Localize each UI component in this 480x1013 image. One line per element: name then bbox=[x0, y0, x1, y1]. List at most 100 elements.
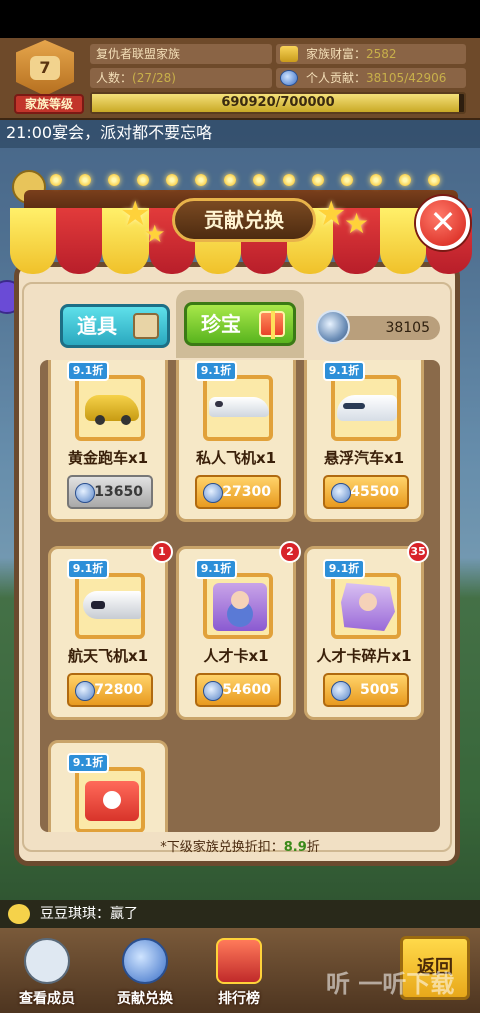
family-name: 复仇者联盟家族 bbox=[90, 44, 272, 64]
tab-treasure[interactable]: 珍宝 bbox=[184, 302, 296, 346]
item-icon-frame bbox=[75, 767, 145, 832]
members-icon bbox=[24, 938, 70, 984]
contribution-gem-icon bbox=[316, 310, 350, 344]
item-card[interactable]: 9.1折人才卡x1 54600 2 bbox=[176, 541, 301, 720]
footnote-value: 8.9 bbox=[283, 840, 307, 855]
item-price: 13650 bbox=[94, 484, 143, 500]
discount-tag: 9.1折 bbox=[323, 361, 365, 381]
price-gem-icon bbox=[75, 483, 95, 503]
leaderboard-label: 排行榜 bbox=[218, 991, 260, 1007]
item-price: 72800 bbox=[94, 682, 143, 698]
buy-button[interactable]: 27300 bbox=[195, 475, 281, 509]
personal-contribution: 个人贡献：38105/42906 bbox=[276, 68, 466, 88]
item-icon-frame bbox=[203, 375, 273, 441]
item-price: 5005 bbox=[360, 682, 399, 698]
item-card[interactable]: 9.1折悬浮汽车x1 45500 bbox=[304, 360, 424, 522]
item-card[interactable]: 9.1折黄金跑车x1 13650 bbox=[48, 360, 168, 522]
members-value: (27/28) bbox=[132, 71, 176, 85]
item-grid: 9.1折 黄金跑车x1 13650 9.1折 私人飞机x1 27300 9.1折 悬浮汽车x1… bbox=[40, 360, 440, 832]
contrib-label: 个人贡献： bbox=[306, 71, 367, 85]
discount-tag: 9.1折 bbox=[67, 753, 109, 773]
price-gem-icon bbox=[203, 483, 223, 503]
view-members-button[interactable]: 查看成员 bbox=[4, 936, 90, 1010]
close-icon: ✕ bbox=[429, 203, 457, 241]
item-icon-frame bbox=[75, 573, 145, 639]
price-gem-icon bbox=[331, 483, 351, 503]
star-decoration-icon: ★ bbox=[344, 207, 370, 240]
talent-card-icon bbox=[213, 583, 267, 631]
item-name: 航天飞机x1 bbox=[67, 647, 149, 665]
chat-bar[interactable]: 豆豆琪琪：赢了 bbox=[0, 900, 480, 928]
chat-bubble-icon bbox=[8, 904, 30, 924]
coin-stack-icon bbox=[280, 46, 298, 62]
leaderboard-icon bbox=[216, 938, 262, 984]
members-label: 人数： bbox=[96, 71, 133, 85]
item-card[interactable]: 9.1折航天飞机x1 72800 1 bbox=[48, 541, 173, 720]
buy-button[interactable]: 13650 bbox=[67, 475, 153, 509]
contribution-exchange-button[interactable]: 贡献兑换 bbox=[102, 936, 188, 1010]
item-price: 45500 bbox=[350, 484, 399, 500]
item-price: 27300 bbox=[222, 484, 271, 500]
item-icon-frame bbox=[75, 375, 145, 441]
wealth-value: 2582 bbox=[366, 47, 397, 61]
price-gem-icon bbox=[331, 681, 351, 701]
footnote-suffix: 折 bbox=[306, 840, 320, 855]
item-card[interactable]: 9.1折私人飞机x1 27300 bbox=[176, 360, 296, 522]
private-jet-icon bbox=[209, 397, 269, 417]
exchange-gem-icon bbox=[122, 938, 168, 984]
item-card[interactable]: 9.1折 bbox=[48, 740, 168, 832]
family-level-label[interactable]: 家族等级 bbox=[14, 94, 84, 114]
item-name: 私人飞机x1 bbox=[195, 449, 277, 467]
family-progress-bar: 690920/700000 bbox=[90, 92, 466, 114]
discount-tag: 9.1折 bbox=[195, 361, 237, 381]
family-level-number: 7 bbox=[30, 56, 60, 80]
contrib-value: 38105/42906 bbox=[366, 71, 447, 85]
panel-title: 贡献兑换 bbox=[172, 198, 316, 242]
buy-button[interactable]: 54600 bbox=[195, 673, 281, 707]
note-icon bbox=[133, 313, 159, 339]
family-progress-text: 690920/700000 bbox=[221, 95, 335, 110]
owned-count-badge: 35 bbox=[407, 541, 429, 563]
tab-props-label: 道具 bbox=[77, 314, 117, 338]
buy-button[interactable]: 72800 bbox=[67, 673, 153, 707]
item-icon-frame bbox=[331, 573, 401, 639]
awning-light-bulbs bbox=[50, 174, 440, 188]
space-shuttle-icon bbox=[83, 591, 141, 619]
talent-card-shard-icon bbox=[341, 583, 395, 631]
discount-footnote: *下级家族兑换折扣：8.9折 bbox=[40, 836, 440, 855]
price-gem-icon bbox=[203, 681, 223, 701]
chat-message: 赢了 bbox=[110, 906, 138, 922]
owned-count-badge: 2 bbox=[279, 541, 301, 563]
price-gem-icon bbox=[75, 681, 95, 701]
ambulance-icon bbox=[85, 781, 139, 821]
family-wealth: 家族财富：2582 bbox=[276, 44, 466, 64]
item-name: 悬浮汽车x1 bbox=[323, 449, 405, 467]
discount-tag: 9.1折 bbox=[323, 559, 365, 579]
item-price: 54600 bbox=[222, 682, 271, 698]
family-members: 人数：(27/28) bbox=[90, 68, 272, 88]
buy-button[interactable]: 5005 bbox=[323, 673, 409, 707]
item-name: 人才卡x1 bbox=[203, 647, 269, 665]
discount-tag: 9.1折 bbox=[67, 361, 109, 381]
chat-sender: 豆豆琪琪： bbox=[40, 906, 110, 922]
announcement-marquee: 21:00宴会，派对都不要忘咯 bbox=[0, 120, 480, 148]
tab-props[interactable]: 道具 bbox=[60, 304, 170, 348]
watermark: 听 一听下载 bbox=[326, 970, 455, 998]
leaderboard-button[interactable]: 排行榜 bbox=[196, 936, 282, 1010]
item-icon-frame bbox=[203, 573, 273, 639]
exchange-label: 贡献兑换 bbox=[117, 991, 173, 1007]
buy-button[interactable]: 45500 bbox=[323, 475, 409, 509]
contribution-gem-icon bbox=[280, 70, 298, 86]
item-card[interactable]: 9.1折人才卡碎片x1 5005 35 bbox=[304, 541, 429, 720]
item-name: 人才卡碎片x1 bbox=[316, 647, 412, 665]
close-button[interactable]: ✕ bbox=[416, 196, 470, 250]
footnote-prefix: *下级家族兑换折扣： bbox=[160, 840, 284, 855]
owned-count-badge: 1 bbox=[151, 541, 173, 563]
item-name: 黄金跑车x1 bbox=[67, 449, 149, 467]
discount-tag: 9.1折 bbox=[195, 559, 237, 579]
discount-tag: 9.1折 bbox=[67, 559, 109, 579]
tab-treasure-label: 珍宝 bbox=[201, 312, 241, 336]
view-members-label: 查看成员 bbox=[19, 991, 75, 1007]
item-icon-frame bbox=[331, 375, 401, 441]
wealth-label: 家族财富： bbox=[306, 47, 367, 61]
